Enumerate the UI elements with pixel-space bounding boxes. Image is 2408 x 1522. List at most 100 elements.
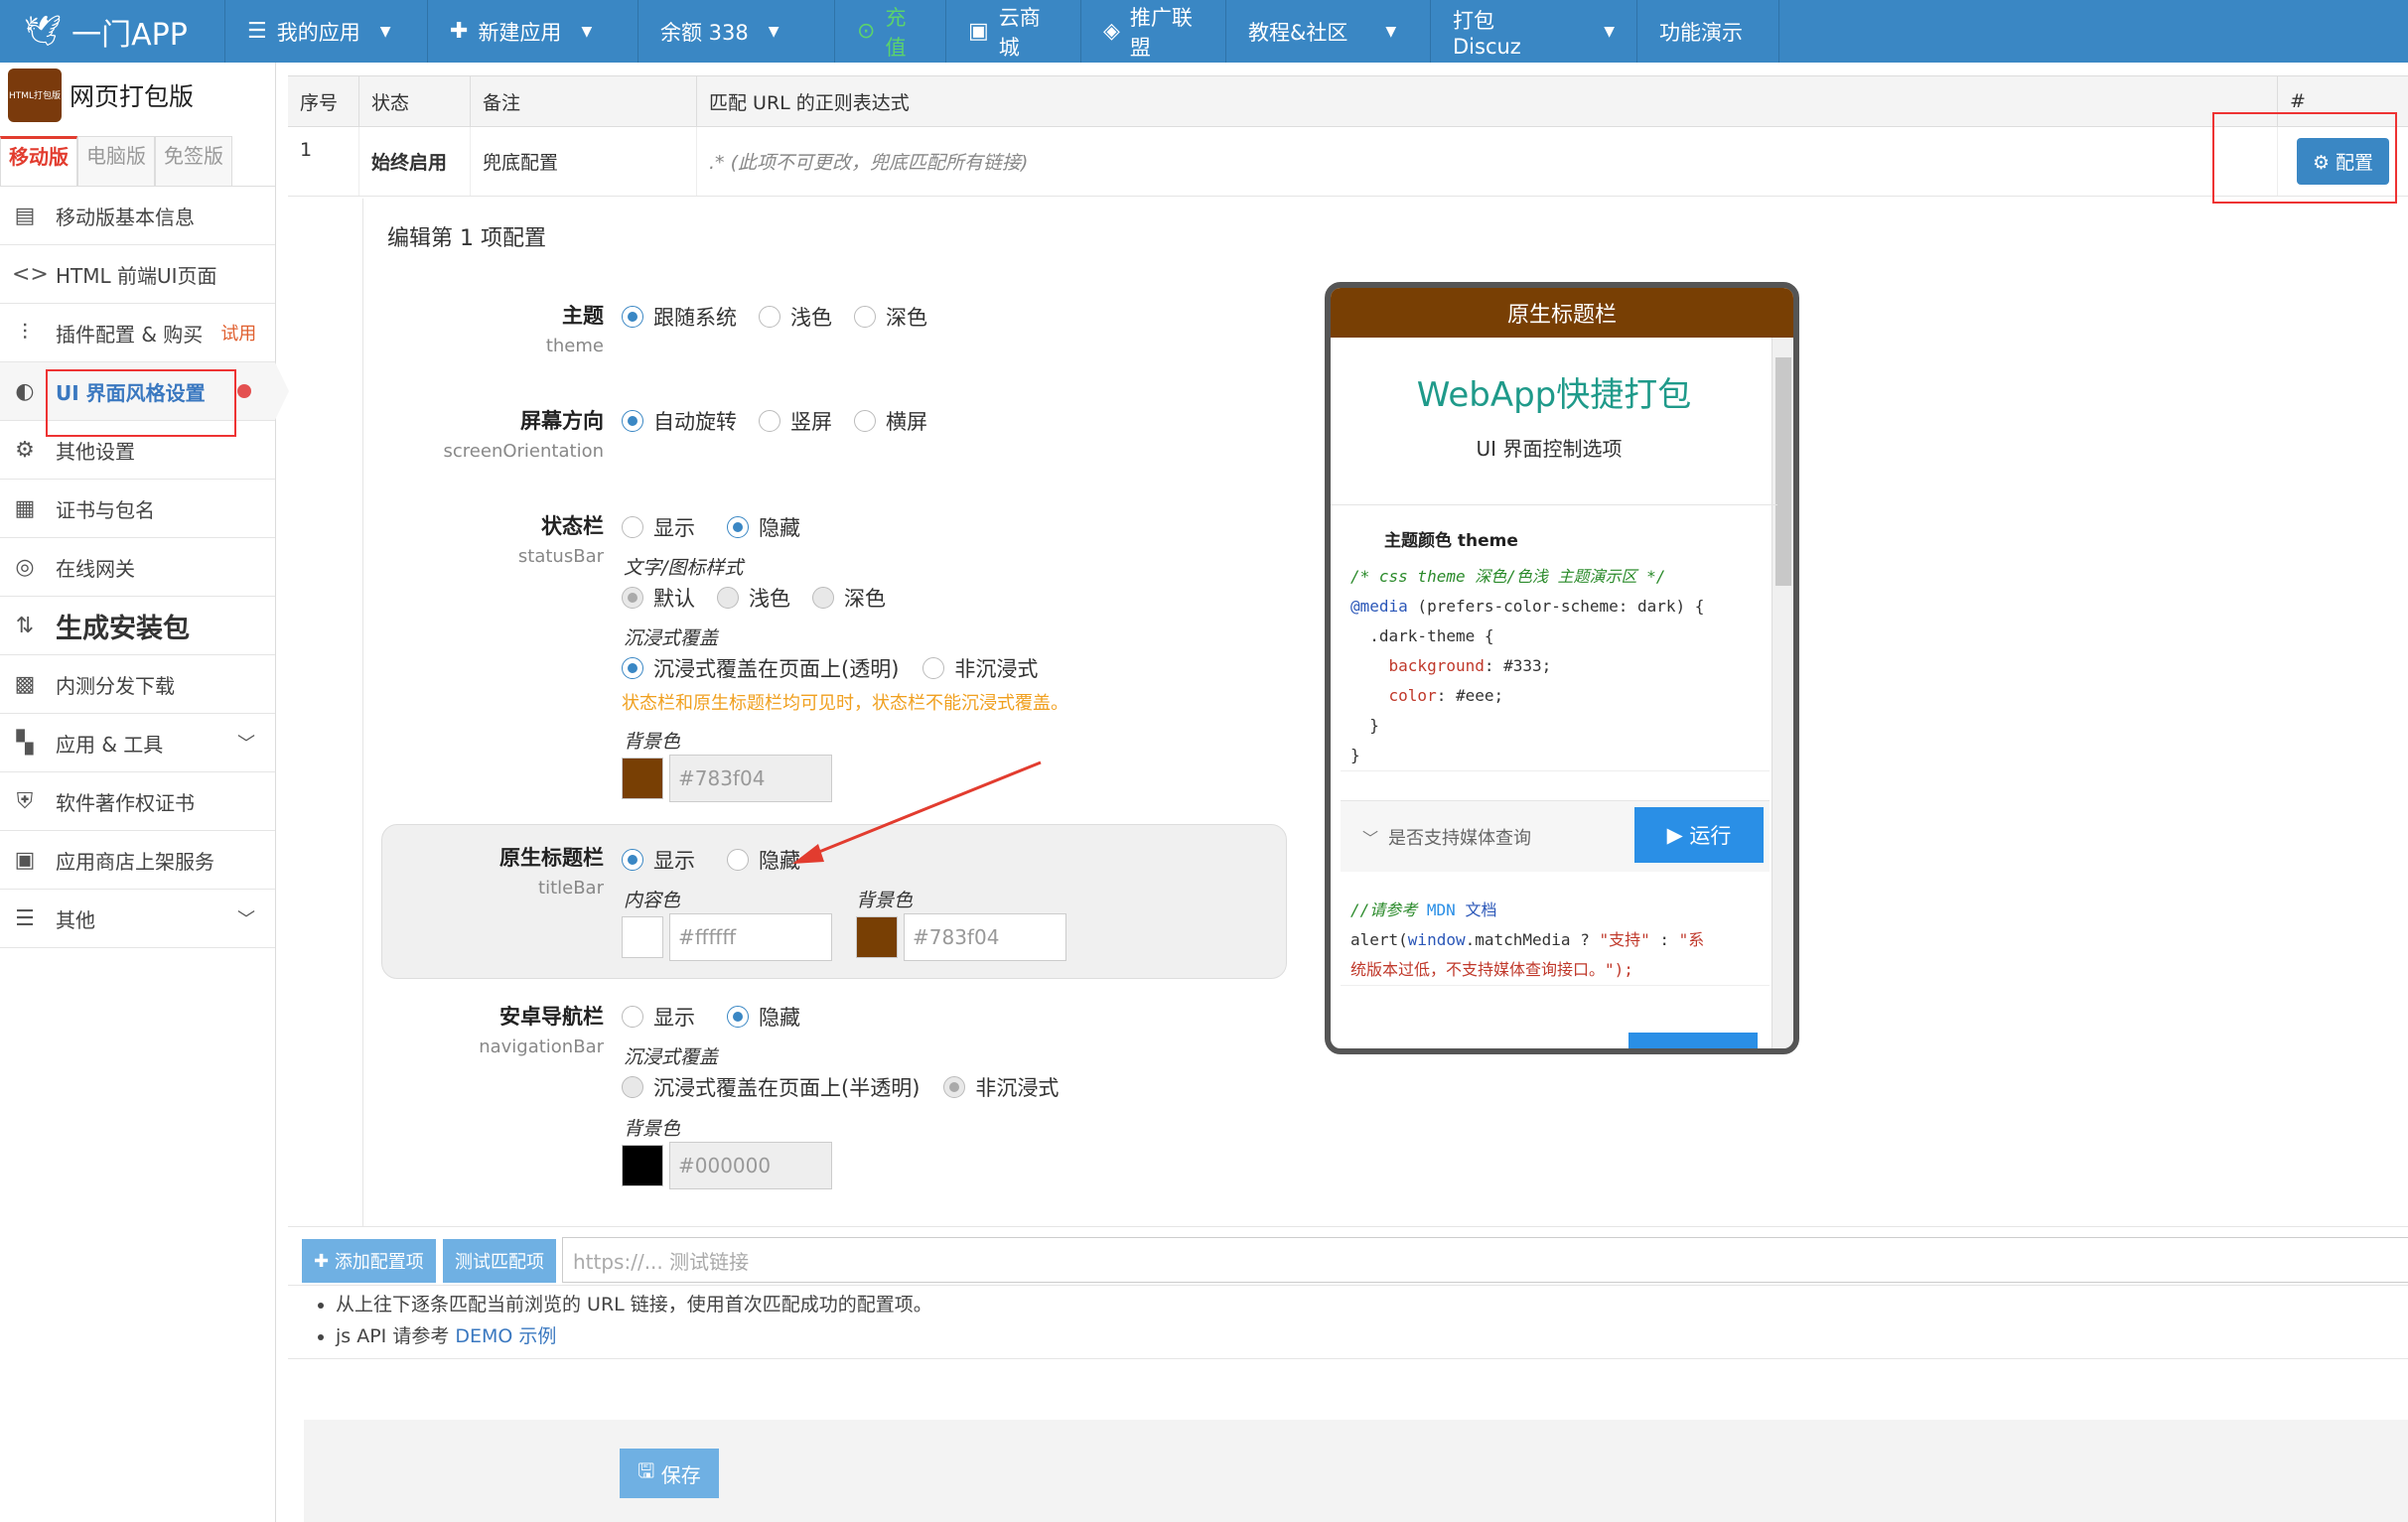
titlebar-content-input[interactable]: #ffffff <box>669 913 832 961</box>
code-line: background: #333; <box>1350 651 1770 681</box>
code-token: background <box>1350 656 1485 675</box>
tab-desktop[interactable]: 电脑版 <box>77 136 155 186</box>
orientation-radio-landscape[interactable]: 横屏 <box>854 406 927 436</box>
radio-circle[interactable] <box>622 657 643 679</box>
nav-recharge[interactable]: ⊙ 充值 <box>834 0 945 63</box>
titlebar-bg-swatch[interactable] <box>856 916 898 958</box>
nav-discuz[interactable]: 打包 Discuz ▼ <box>1430 0 1636 63</box>
sidebar-item-store[interactable]: ▣ 应用商店上架服务 <box>0 831 275 890</box>
sidebar-item-html-ui[interactable]: <> HTML 前端UI页面 <box>0 245 275 304</box>
add-config-button[interactable]: ✚ 添加配置项 <box>302 1239 436 1283</box>
nav-my-apps[interactable]: ☰ 我的应用 ▼ <box>224 0 427 63</box>
nav-new-app[interactable]: ✚ 新建应用 ▼ <box>427 0 637 63</box>
radio-circle[interactable] <box>727 1006 749 1028</box>
theme-radio-dark[interactable]: 深色 <box>854 302 927 332</box>
app-logo: HTML打包版 <box>8 68 62 122</box>
navbar-radio-show[interactable]: 显示 <box>622 1002 695 1032</box>
radio-circle[interactable] <box>622 1076 643 1098</box>
theme-radio-light[interactable]: 浅色 <box>759 302 832 332</box>
style-radio-dark[interactable]: 深色 <box>812 583 886 613</box>
radio-circle[interactable] <box>727 849 749 871</box>
radio-circle[interactable] <box>622 587 643 609</box>
orientation-radio-portrait[interactable]: 竖屏 <box>759 406 832 436</box>
statusbar-bg-swatch[interactable] <box>622 758 663 799</box>
nav-immersive-radio-translucent[interactable]: 沉浸式覆盖在页面上(半透明) <box>622 1072 920 1102</box>
radio-circle[interactable] <box>854 410 876 432</box>
radio-circle[interactable] <box>922 657 945 679</box>
sidebar-item-plugins[interactable]: ⫶ 插件配置 & 购买 试用 <box>0 304 275 362</box>
save-button[interactable]: 🖫 保存 <box>620 1449 719 1498</box>
brand-logo[interactable]: 🕊 一门APP <box>0 0 224 63</box>
statusbar-radio-show[interactable]: 显示 <box>622 512 695 542</box>
titlebar-content-swatch[interactable] <box>622 916 663 958</box>
caret-down-icon: ▼ <box>379 23 391 40</box>
sidebar-item-basic-info[interactable]: ▤ 移动版基本信息 <box>0 187 275 245</box>
radio-circle[interactable] <box>759 306 780 328</box>
radio-circle[interactable] <box>943 1076 966 1098</box>
sidebar-item-beta[interactable]: ▩ 内测分发下载 <box>0 655 275 714</box>
sidebar-item-certificate[interactable]: ▦ 证书与包名 <box>0 480 275 538</box>
radio-circle[interactable] <box>622 849 643 871</box>
radio-circle[interactable] <box>812 587 834 609</box>
preview-bottom-button[interactable] <box>1629 1033 1758 1048</box>
nav-tutorial[interactable]: 教程&社区 ▼ <box>1225 0 1430 63</box>
theme-radio-system[interactable]: 跟随系统 <box>622 302 737 332</box>
navbar-label-zh: 安卓导航栏 <box>499 1005 604 1029</box>
tab-unsigned[interactable]: 免签版 <box>155 136 232 186</box>
app-title: 网页打包版 <box>70 81 195 111</box>
sidebar-item-gateway[interactable]: ◎ 在线网关 <box>0 538 275 597</box>
sidebar-item-build[interactable]: ⇅ 生成安装包 <box>0 597 275 655</box>
sidebar-item-others[interactable]: ☰ 其他 ﹀ <box>0 890 275 948</box>
demo-link[interactable]: DEMO 示例 <box>455 1325 556 1347</box>
nav-new-app-label: 新建应用 <box>478 20 562 45</box>
test-match-button[interactable]: 测试匹配项 <box>443 1239 556 1283</box>
trial-badge: 试用 <box>220 324 257 345</box>
nav-affiliate[interactable]: ◈ 推广联盟 <box>1080 0 1225 63</box>
radio-circle[interactable] <box>759 410 780 432</box>
radio-label: 沉浸式覆盖在页面上(透明) <box>653 657 900 681</box>
radio-label: 非沉浸式 <box>954 657 1039 681</box>
preview-scrollbar[interactable] <box>1771 338 1793 1048</box>
titlebar-radio-show[interactable]: 显示 <box>622 845 695 875</box>
radio-circle[interactable] <box>854 306 876 328</box>
sidebar-item-copyright[interactable]: ⛨ 软件著作权证书 <box>0 772 275 831</box>
radio-circle[interactable] <box>622 516 643 538</box>
navbar-bg-swatch[interactable] <box>622 1145 663 1186</box>
sidebar-item-label: 其他 <box>56 907 95 932</box>
nav-demo[interactable]: 功能演示 <box>1636 0 1779 63</box>
mdn-link[interactable]: MDN <box>1427 900 1456 919</box>
titlebar-bg-input[interactable]: #783f04 <box>904 913 1066 961</box>
navbar-radio-hide[interactable]: 隐藏 <box>727 1002 800 1032</box>
qrcode-icon: ▩ <box>14 671 36 697</box>
style-radio-light[interactable]: 浅色 <box>717 583 790 613</box>
tab-mobile[interactable]: 移动版 <box>0 136 77 186</box>
radio-circle[interactable] <box>622 306 643 328</box>
sidebar-item-tools[interactable]: ▚ 应用 & 工具 ﹀ <box>0 714 275 772</box>
run-button[interactable]: ▶ 运行 <box>1634 807 1764 863</box>
radio-circle[interactable] <box>717 587 739 609</box>
radio-circle[interactable] <box>622 410 643 432</box>
statusbar-radio-hide[interactable]: 隐藏 <box>727 512 800 542</box>
immersive-radio-none[interactable]: 非沉浸式 <box>922 653 1038 683</box>
code-line: /* css theme 深色/色浅 主题演示区 */ <box>1350 567 1666 586</box>
preview-titlebar: 原生标题栏 <box>1331 288 1793 338</box>
style-radio-default[interactable]: 默认 <box>622 583 695 613</box>
caret-down-icon: ▼ <box>1604 23 1615 40</box>
sliders-icon: ⫶ <box>22 320 28 346</box>
orientation-radio-auto[interactable]: 自动旋转 <box>622 406 737 436</box>
statusbar-immersive-radio-group: 沉浸式覆盖在页面上(透明) 非沉浸式 <box>622 653 1060 683</box>
radio-circle[interactable] <box>727 516 749 538</box>
navbar-bg-input[interactable]: #000000 <box>669 1142 832 1189</box>
nav-immersive-radio-none[interactable]: 非沉浸式 <box>943 1072 1059 1102</box>
note-item: js API 请参考 DEMO 示例 <box>336 1320 932 1352</box>
sidebar-item-label: HTML 前端UI页面 <box>56 263 217 288</box>
nav-balance[interactable]: 余额 338 ▼ <box>637 0 834 63</box>
nav-cloud-shop[interactable]: ▣ 云商城 <box>945 0 1080 63</box>
test-url-input[interactable]: https://... 测试链接 <box>562 1237 2408 1283</box>
save-button-label: 保存 <box>660 1462 701 1487</box>
scrollbar-thumb[interactable] <box>1775 357 1791 586</box>
store-icon: ▣ <box>14 847 36 873</box>
immersive-radio-transparent[interactable]: 沉浸式覆盖在页面上(透明) <box>622 653 899 683</box>
radio-circle[interactable] <box>622 1006 643 1028</box>
radio-label: 浅色 <box>790 306 832 330</box>
